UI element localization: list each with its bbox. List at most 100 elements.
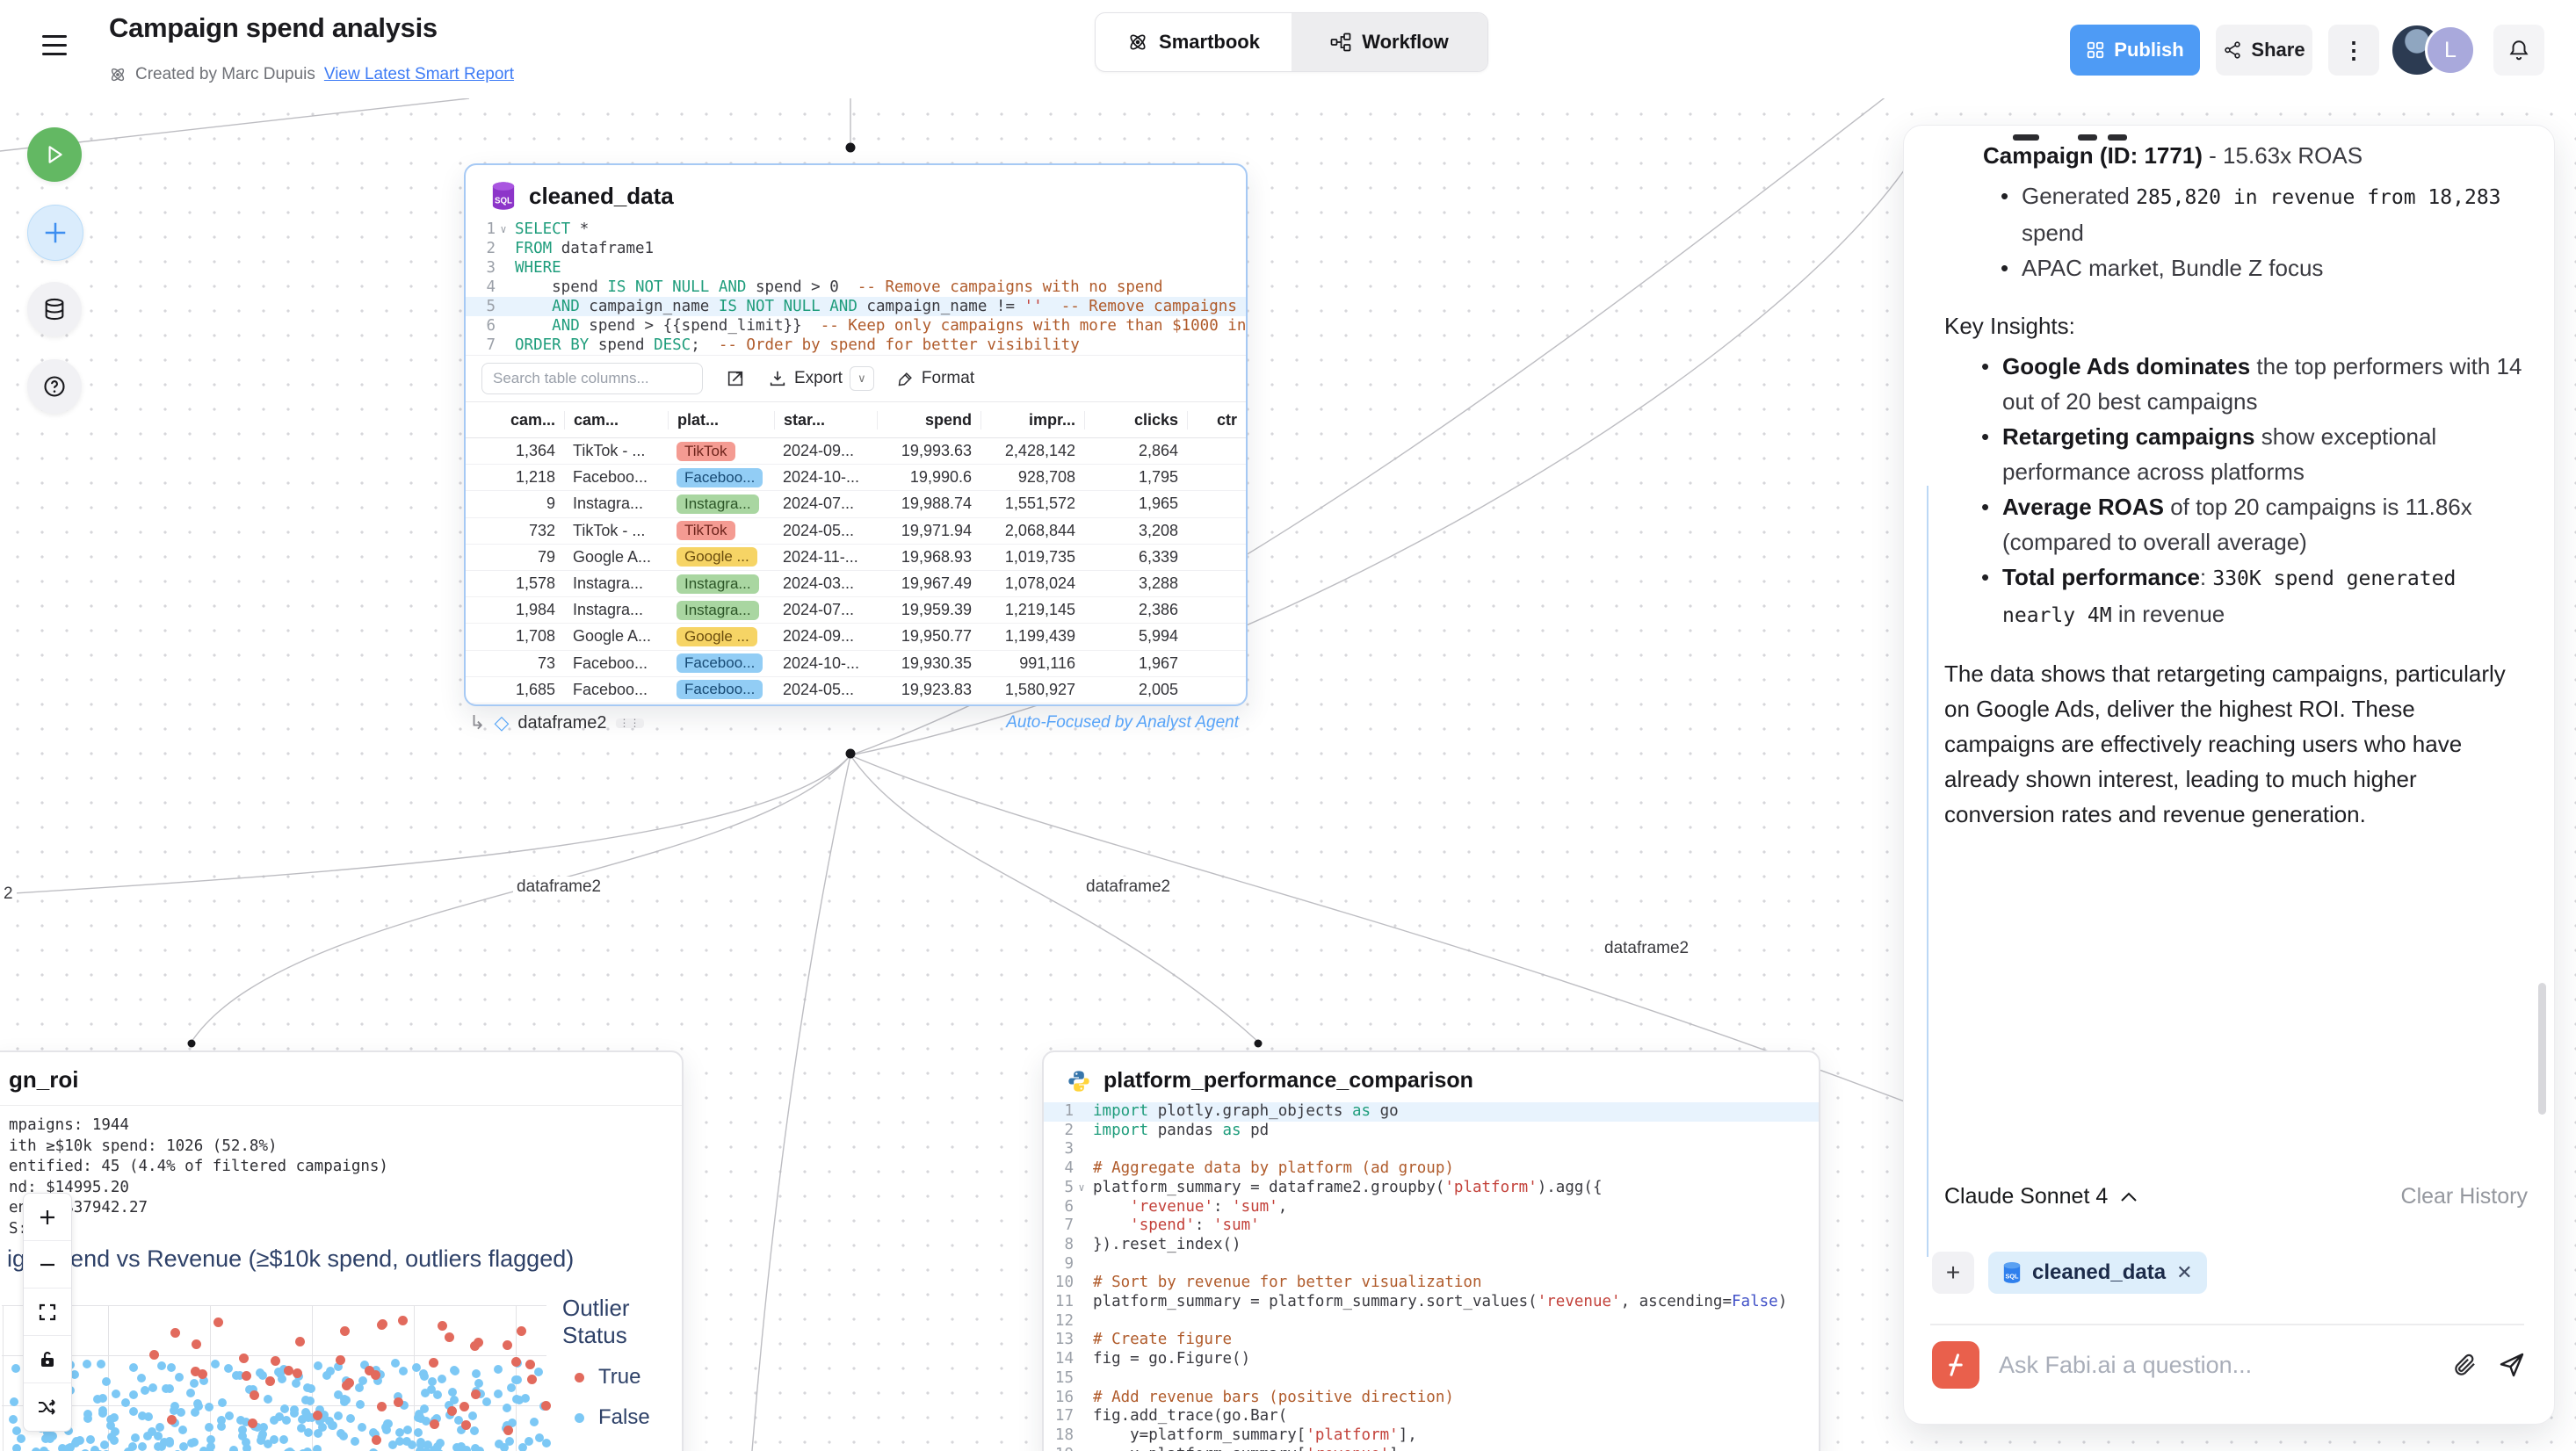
avatar-initial[interactable]: L xyxy=(2425,25,2476,76)
bolt-icon xyxy=(1943,1352,1969,1378)
ai-assistant-panel: Campaign (ID: 1771) - 15.63x ROAS Genera… xyxy=(1903,125,2555,1425)
send-icon[interactable] xyxy=(2498,1351,2526,1379)
table-row[interactable]: 1,685Faceboo...Faceboo...2024-05...19,92… xyxy=(466,677,1246,704)
bullet-item: Generated 285,820 in revenue from 18,283… xyxy=(2022,178,2528,250)
model-selector[interactable]: Claude Sonnet 4 xyxy=(1944,1184,2138,1209)
export-button[interactable]: Export ∨ xyxy=(768,366,874,391)
bell-icon xyxy=(2507,39,2530,61)
prev-page-button[interactable]: ‹ xyxy=(1098,704,1105,706)
column-header[interactable]: spend xyxy=(877,411,980,430)
campaign-heading: Campaign (ID: 1771) - 15.63x ROAS xyxy=(1983,138,2528,173)
column-header[interactable]: cam... xyxy=(466,411,564,430)
scatter-plot[interactable] xyxy=(2,1293,552,1451)
notifications-button[interactable] xyxy=(2493,25,2544,76)
column-header[interactable]: star... xyxy=(774,411,877,430)
chevron-up-icon xyxy=(2120,1191,2138,1203)
context-chip-cleaned-data[interactable]: SQL cleaned_data ✕ xyxy=(1988,1252,2207,1294)
add-context-button[interactable]: + xyxy=(1932,1252,1974,1294)
expand-table-button[interactable] xyxy=(726,369,745,388)
bullet-item: APAC market, Bundle Z focus xyxy=(2022,250,2528,285)
legend-false-label[interactable]: False xyxy=(598,1405,650,1430)
attach-icon[interactable] xyxy=(2452,1352,2478,1378)
table-row[interactable]: 9Instagra...Instagra...2024-07...19,988.… xyxy=(466,491,1246,517)
table-row[interactable]: 1,364TikTok - ...TikTok2024-09...19,993.… xyxy=(466,438,1246,465)
chat-input[interactable]: Ask Fabi.ai a question... xyxy=(1999,1352,2433,1379)
scatter-title: ign spend vs Revenue (≥$10k spend, outli… xyxy=(7,1245,574,1273)
run-workflow-button[interactable] xyxy=(27,127,82,182)
fabi-logo xyxy=(1932,1341,1979,1389)
more-options-button[interactable]: ⋮ xyxy=(2328,25,2379,76)
table-row[interactable]: 73Faceboo...Faceboo...2024-10-...19,930.… xyxy=(466,651,1246,677)
divider xyxy=(1930,1324,2524,1325)
next-page-button[interactable]: › xyxy=(1219,704,1226,706)
table-row[interactable]: 1,218Faceboo...Faceboo...2024-10-...19,9… xyxy=(466,465,1246,491)
legend-true-label[interactable]: True xyxy=(598,1365,640,1390)
zoom-out-button[interactable] xyxy=(24,1241,71,1289)
publish-button[interactable]: Publish xyxy=(2070,25,2200,76)
lock-button[interactable] xyxy=(24,1336,71,1383)
data-sources-button[interactable] xyxy=(27,282,82,336)
table-row[interactable]: 79Google A...Google ...2024-11-...19,968… xyxy=(466,545,1246,571)
legend-false-dot xyxy=(575,1413,584,1423)
platform-badge: Instagra... xyxy=(677,574,759,594)
sql-code-editor[interactable]: 1∨SELECT *2FROM dataframe13WHERE4 spend … xyxy=(466,220,1246,355)
drag-handle-icon[interactable]: ⋮⋮ xyxy=(616,718,644,728)
assistant-paragraph: The data shows that retargeting campaign… xyxy=(1944,656,2515,832)
menu-hamburger-icon[interactable] xyxy=(42,35,67,55)
column-header[interactable]: impr... xyxy=(980,411,1084,430)
table-row[interactable]: 732TikTok - ...TikTok2024-05...19,971.94… xyxy=(466,518,1246,545)
node-platform-performance-comparison[interactable]: platform_performance_comparison 1import … xyxy=(1042,1050,1820,1451)
table-row[interactable]: 1,984Instagra...Instagra...2024-07...19,… xyxy=(466,597,1246,624)
page-title: Campaign spend analysis xyxy=(109,12,438,44)
add-node-button[interactable] xyxy=(27,205,83,261)
kebab-icon: ⋮ xyxy=(2342,37,2365,64)
platform-badge: TikTok xyxy=(677,442,735,461)
panel-scrollbar[interactable] xyxy=(2538,983,2546,1115)
table-row[interactable]: 1,578Instagra...Instagra...2024-03...19,… xyxy=(466,571,1246,597)
platform-badge: Google ... xyxy=(677,627,757,646)
node-cleaned-data[interactable]: SQL cleaned_data 1∨SELECT *2FROM datafra… xyxy=(464,163,1248,706)
insight-item: Total performance: 330K spend generated … xyxy=(2002,559,2528,633)
zoom-in-button[interactable] xyxy=(24,1194,71,1241)
sql-database-icon: SQL xyxy=(490,181,517,211)
platform-badge: Faceboo... xyxy=(677,653,763,673)
table-row[interactable]: 1,708Google A...Google ...2024-09...19,9… xyxy=(466,624,1246,650)
search-placeholder: Search table columns... xyxy=(493,370,649,387)
dataframe-diamond-icon: ◇ xyxy=(494,711,509,734)
format-button[interactable]: Format xyxy=(897,369,974,388)
python-icon xyxy=(1067,1069,1091,1094)
clear-history-button[interactable]: Clear History xyxy=(2401,1184,2528,1209)
scatter-legend: Outlier Status True False xyxy=(562,1295,682,1430)
export-chevron-down-icon[interactable]: ∨ xyxy=(850,366,874,391)
search-table-columns-input[interactable]: Search table columns... xyxy=(481,363,703,394)
expand-icon xyxy=(726,369,745,388)
node-title: cleaned_data xyxy=(529,183,674,210)
svg-text:SQL: SQL xyxy=(495,197,512,206)
message-accent-line xyxy=(1927,486,1928,1257)
column-header[interactable]: plat... xyxy=(668,411,774,430)
chip-close-icon[interactable]: ✕ xyxy=(2176,1261,2192,1284)
column-header[interactable]: ctr xyxy=(1187,411,1246,430)
node-campaign-roi[interactable]: gn_roi mpaigns: 1944 ith ≥$10k spend: 10… xyxy=(0,1050,684,1451)
column-header[interactable]: clicks xyxy=(1084,411,1187,430)
column-header[interactable]: cam... xyxy=(564,411,668,430)
help-button[interactable] xyxy=(27,359,82,414)
tab-workflow[interactable]: Workflow xyxy=(1292,13,1487,71)
platform-badge: Faceboo... xyxy=(677,680,763,699)
publish-label: Publish xyxy=(2114,39,2183,61)
output-dataframe-label: dataframe2 xyxy=(517,713,606,733)
assistant-message: Campaign (ID: 1771) - 15.63x ROAS Genera… xyxy=(1944,138,2528,832)
shuffle-layout-button[interactable] xyxy=(24,1383,71,1431)
tab-smartbook[interactable]: Smartbook xyxy=(1096,13,1292,71)
fit-view-button[interactable] xyxy=(24,1289,71,1336)
format-label: Format xyxy=(922,369,974,388)
platform-badge: Google ... xyxy=(677,547,757,567)
canvas-zoom-toolbar xyxy=(23,1193,72,1432)
platform-badge: Faceboo... xyxy=(677,468,763,487)
view-latest-smart-report-link[interactable]: View Latest Smart Report xyxy=(324,65,514,84)
share-button[interactable]: Share xyxy=(2216,25,2312,76)
python-code-editor[interactable]: 1import plotly.graph_objects as go2impor… xyxy=(1044,1102,1819,1451)
insight-item: Average ROAS of top 20 campaigns is 11.8… xyxy=(2002,489,2528,559)
result-table[interactable]: cam...cam...plat...star...spendimpr...cl… xyxy=(466,401,1246,704)
node-output-chip[interactable]: ↳ ◇ dataframe2 ⋮⋮ xyxy=(469,711,644,734)
